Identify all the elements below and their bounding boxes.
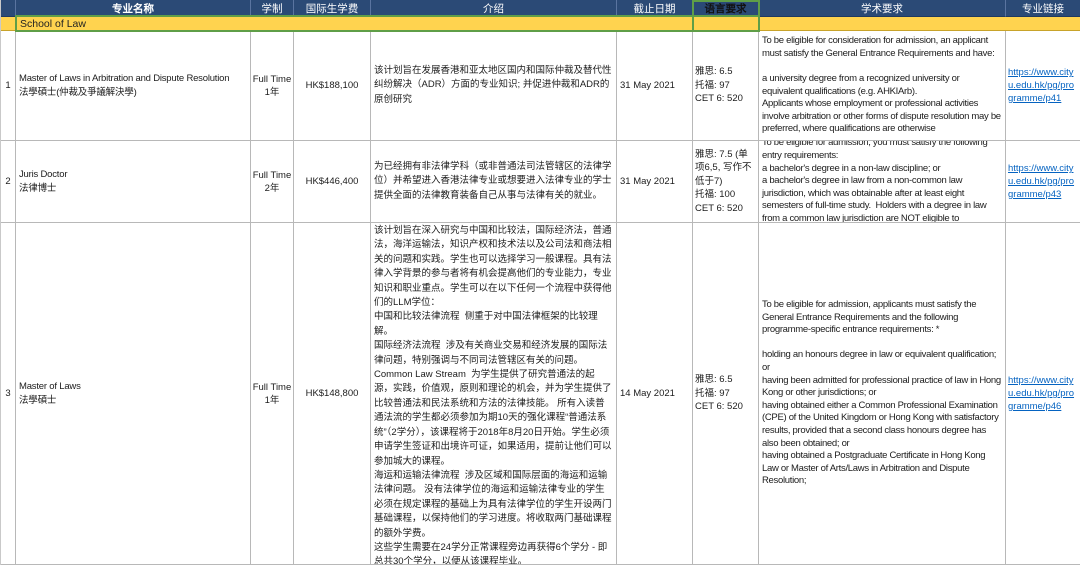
program-name-text: Master of Laws in Arbitration and Disput… [19,73,247,98]
program-link[interactable]: https://www.cityu.edu.hk/pg/programme/p4… [1008,162,1078,201]
tuition-cell[interactable]: HK$148,800 [294,223,371,565]
introduction-cell[interactable]: 为已经拥有非法律学科（或非普通法司法管辖区的法律学位）并希望进入香港法律专业或想… [371,141,617,223]
spreadsheet: 专业名称 学制 国际生学费 介绍 截止日期 语言要求 学术要求 专业链接 Sch… [0,0,1080,565]
col-header-program-name[interactable]: 专业名称 [16,0,251,17]
col-header-introduction[interactable]: 介绍 [371,0,617,17]
duration-cell[interactable]: Full Time 2年 [251,141,294,223]
language-requirements-cell[interactable]: 雅思: 6.5 托福: 97 CET 6: 520 [693,223,759,565]
deadline-cell[interactable]: 31 May 2021 [617,31,693,141]
duration-cell[interactable]: Full Time 1年 [251,31,294,141]
duration-text: Full Time 1年 [251,381,293,407]
tuition-cell[interactable]: HK$446,400 [294,141,371,223]
academic-requirements-cell[interactable]: To be eligible for consideration for adm… [759,31,1006,141]
col-header-tuition[interactable]: 国际生学费 [294,0,371,17]
language-requirements-text: 雅思: 7.5 (单项6,5, 写作不低于7) 托福: 100 CET 6: 5… [695,148,756,216]
duration-cell[interactable]: Full Time 1年 [251,223,294,565]
academic-requirements-text: To be eligible for consideration for adm… [762,35,1002,136]
language-requirements-text: 雅思: 6.5 托福: 97 CET 6: 520 [695,65,756,106]
tuition-cell[interactable]: HK$188,100 [294,31,371,141]
deadline-cell[interactable]: 14 May 2021 [617,223,693,565]
deadline-cell[interactable]: 31 May 2021 [617,141,693,223]
introduction-text: 该计划旨在深入研究与中国和比较法，国际经济法，普通法，海洋运输法，知识产权和技术… [374,224,613,565]
duration-text: Full Time 1年 [251,73,293,99]
program-name-cell[interactable]: Juris Doctor 法律博士 [16,141,251,223]
row-number[interactable]: 3 [1,223,16,565]
program-link[interactable]: https://www.cityu.edu.hk/pg/programme/p4… [1008,66,1078,105]
language-requirements-cell[interactable]: 雅思: 6.5 托福: 97 CET 6: 520 [693,31,759,141]
row-number[interactable]: 1 [1,31,16,141]
col-header-program-link[interactable]: 专业链接 [1006,0,1080,17]
academic-requirements-text: To be eligible for admission, applicants… [762,299,1002,488]
header-row: 专业名称 学制 国际生学费 介绍 截止日期 语言要求 学术要求 专业链接 [1,0,1080,17]
introduction-text: 为已经拥有非法律学科（或非普通法司法管辖区的法律学位）并希望进入香港法律专业或想… [374,160,613,203]
row-number[interactable]: 2 [1,141,16,223]
group-row: School of Law [1,17,1080,31]
program-link-cell: https://www.cityu.edu.hk/pg/programme/p4… [1006,31,1080,141]
table-row: 2 Juris Doctor 法律博士 Full Time 2年 HK$446,… [1,141,1080,223]
introduction-cell[interactable]: 该计划旨在发展香港和亚太地区国内和国际仲裁及替代性纠纷解决（ADR）方面的专业知… [371,31,617,141]
language-requirements-text: 雅思: 6.5 托福: 97 CET 6: 520 [695,373,756,414]
introduction-cell[interactable]: 该计划旨在深入研究与中国和比较法，国际经济法，普通法，海洋运输法，知识产权和技术… [371,223,617,565]
introduction-text: 该计划旨在发展香港和亚太地区国内和国际仲裁及替代性纠纷解决（ADR）方面的专业知… [374,64,613,107]
col-header-deadline[interactable]: 截止日期 [617,0,693,17]
academic-requirements-cell[interactable]: To be eligible for admission, applicants… [759,223,1006,565]
academic-requirements-cell[interactable]: To be eligible for admission, you must s… [759,141,1006,223]
program-link[interactable]: https://www.cityu.edu.hk/pg/programme/p4… [1008,374,1078,413]
table-row: 3 Master of Laws 法學碩士 Full Time 1年 HK$14… [1,223,1080,565]
group-row-number-cell[interactable] [1,17,16,31]
col-header-row-number[interactable] [1,0,16,17]
program-link-cell: https://www.cityu.edu.hk/pg/programme/p4… [1006,141,1080,223]
group-label-school-of-law[interactable]: School of Law [16,17,1080,31]
program-name-text: Juris Doctor 法律博士 [19,169,247,194]
duration-text: Full Time 2年 [251,169,293,195]
academic-requirements-text: To be eligible for admission, you must s… [762,141,1002,223]
col-header-language-requirements[interactable]: 语言要求 [693,0,759,17]
program-name-cell[interactable]: Master of Laws in Arbitration and Disput… [16,31,251,141]
language-requirements-cell[interactable]: 雅思: 7.5 (单项6,5, 写作不低于7) 托福: 100 CET 6: 5… [693,141,759,223]
program-name-cell[interactable]: Master of Laws 法學碩士 [16,223,251,565]
table-row: 1 Master of Laws in Arbitration and Disp… [1,31,1080,141]
col-header-duration[interactable]: 学制 [251,0,294,17]
col-header-academic-requirements[interactable]: 学术要求 [759,0,1006,17]
program-link-cell: https://www.cityu.edu.hk/pg/programme/p4… [1006,223,1080,565]
program-name-text: Master of Laws 法學碩士 [19,381,247,406]
